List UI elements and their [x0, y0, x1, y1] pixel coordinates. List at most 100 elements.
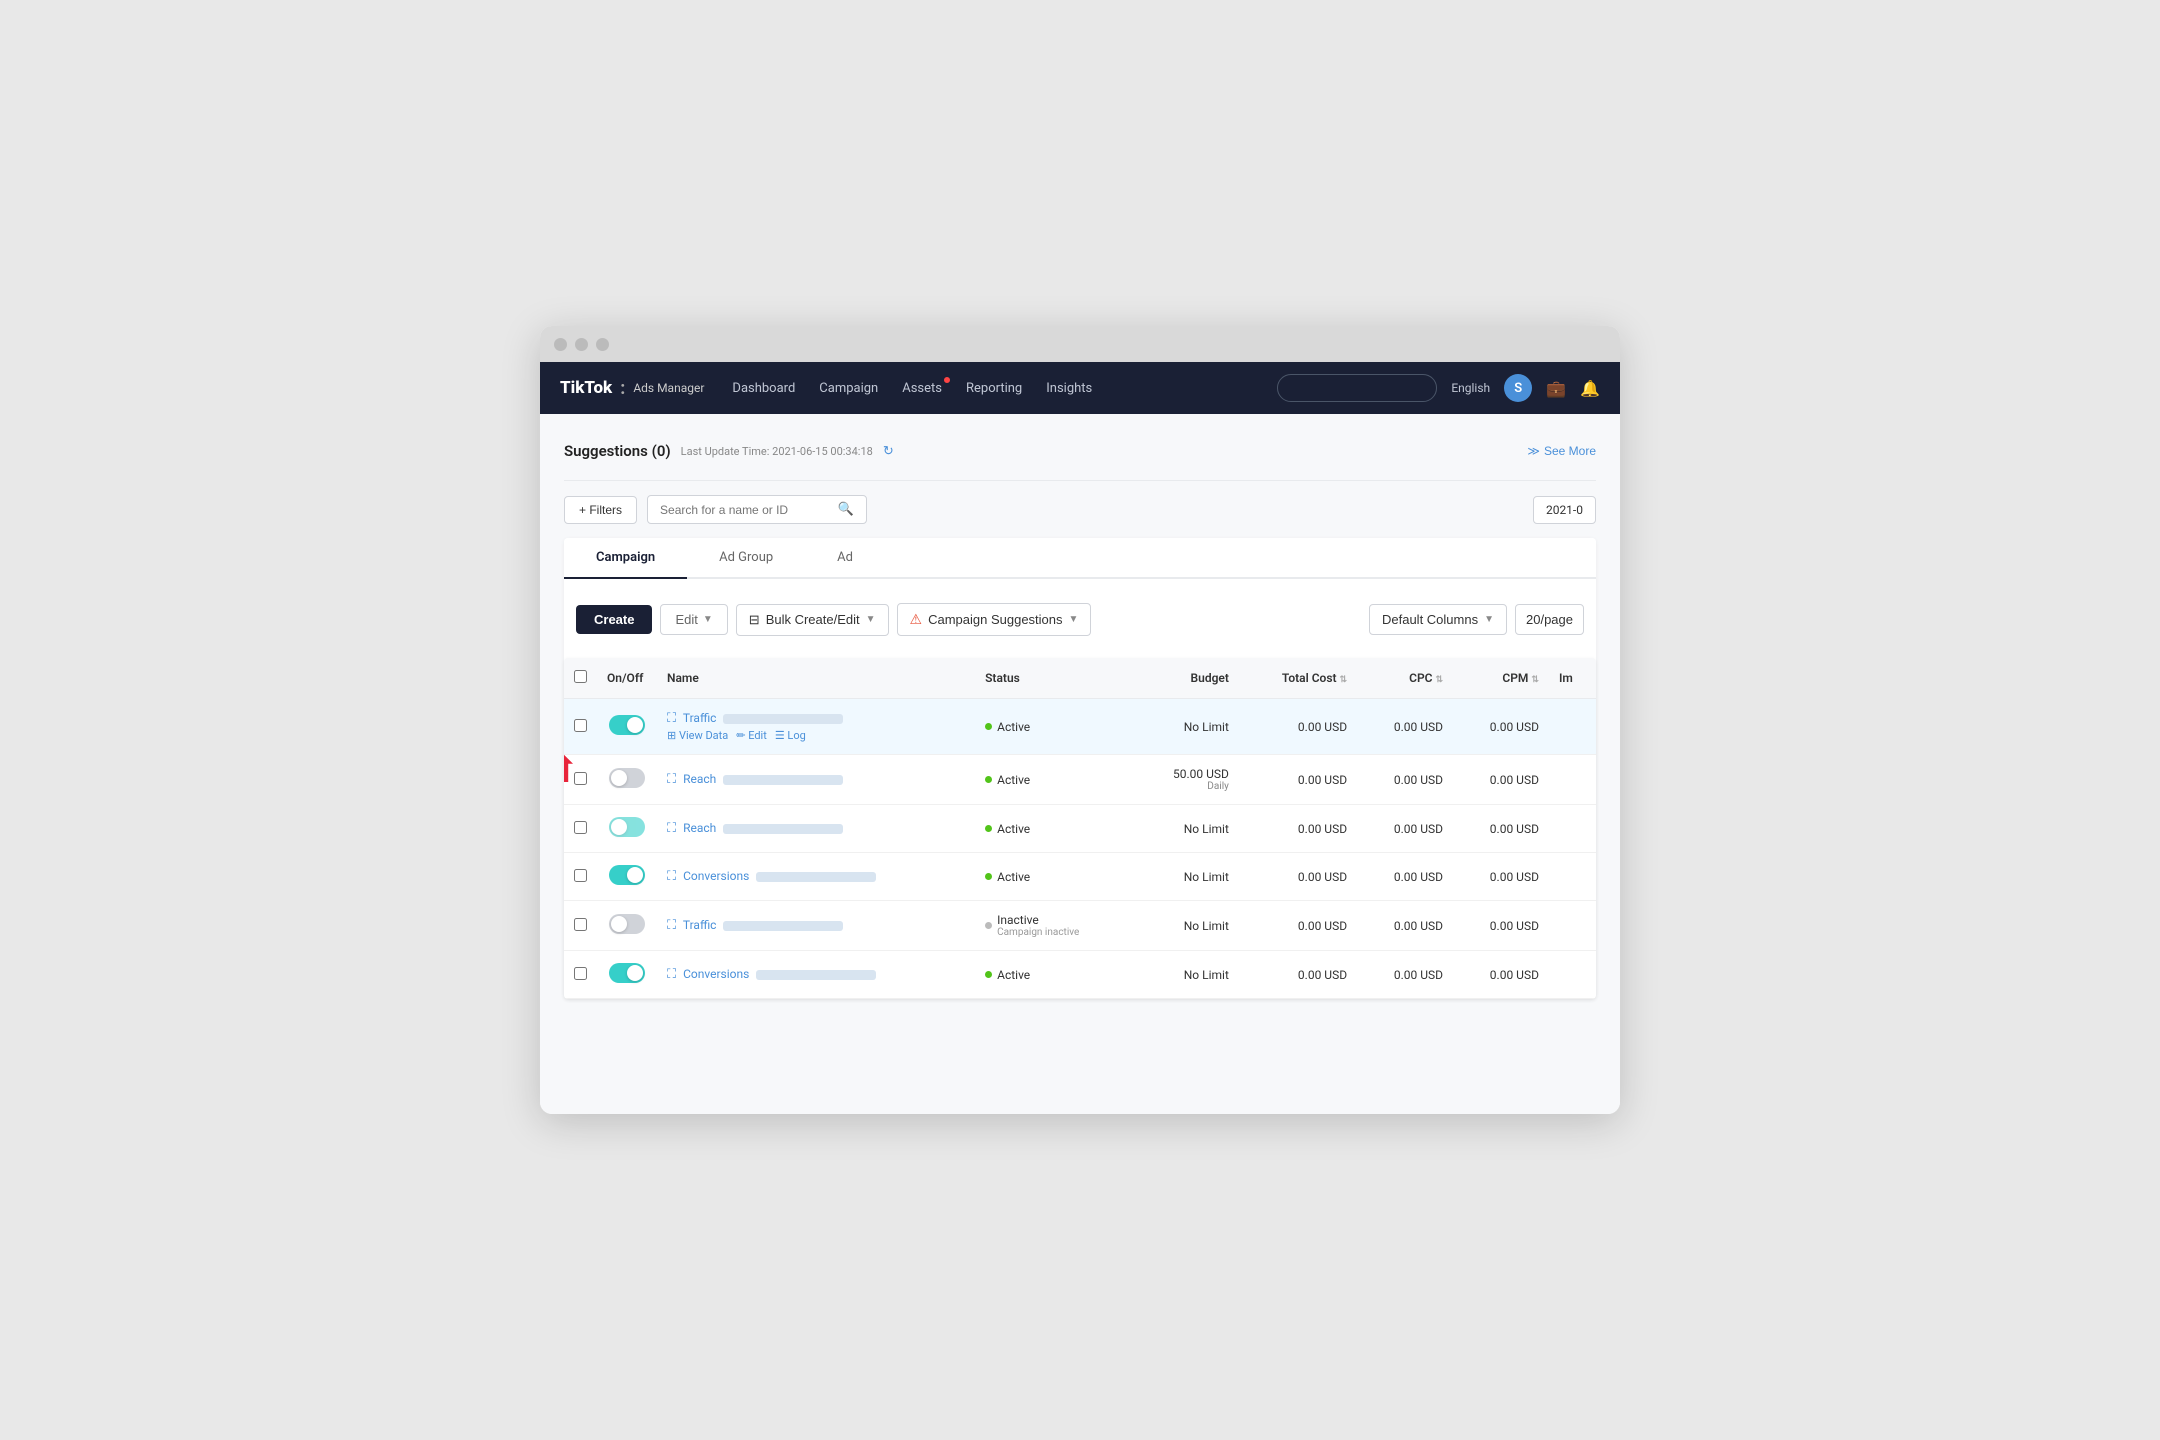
td-cpm: 0.00 USD: [1453, 699, 1549, 755]
td-name: ⛶ Traffic: [657, 901, 975, 951]
campaign-name-link[interactable]: Traffic: [683, 711, 717, 725]
toggle-on[interactable]: [609, 715, 645, 735]
td-budget: No Limit: [1134, 901, 1239, 951]
bulk-create-edit-button[interactable]: ⊟ Bulk Create/Edit ▼: [736, 604, 889, 636]
divider: [564, 480, 1596, 481]
view-data-link[interactable]: ⊞ View Data: [667, 729, 728, 742]
create-button[interactable]: Create: [576, 605, 652, 634]
see-more-chevron: ≫: [1527, 444, 1540, 458]
nav-reporting[interactable]: Reporting: [966, 381, 1022, 396]
nav-campaign[interactable]: Campaign: [819, 381, 878, 396]
refresh-icon[interactable]: ↻: [883, 444, 894, 459]
nav-assets[interactable]: Assets: [902, 381, 942, 396]
td-cpc: 0.00 USD: [1357, 901, 1453, 951]
bell-icon[interactable]: 🔔: [1580, 379, 1600, 398]
row-checkbox[interactable]: [574, 967, 587, 980]
td-checkbox[interactable]: [564, 755, 597, 805]
nav-search-input[interactable]: [1277, 374, 1437, 402]
td-toggle[interactable]: ⬆: [597, 755, 657, 805]
cpc-sort-icon[interactable]: ⇅: [1435, 675, 1443, 685]
td-toggle[interactable]: [597, 699, 657, 755]
campaign-name-link[interactable]: Reach: [683, 821, 716, 835]
filter-button[interactable]: + Filters: [564, 496, 637, 524]
toggle-on[interactable]: [609, 865, 645, 885]
columns-chevron: ▼: [1484, 614, 1494, 625]
td-toggle[interactable]: [597, 805, 657, 853]
suggestions-update: Last Update Time: 2021-06-15 00:34:18: [681, 445, 873, 458]
td-cpm: 0.00 USD: [1453, 805, 1549, 853]
default-columns-button[interactable]: Default Columns ▼: [1369, 604, 1507, 635]
toggle-off[interactable]: [609, 768, 645, 788]
td-toggle[interactable]: [597, 951, 657, 999]
status-dot-active: [985, 723, 992, 730]
nav-dashboard[interactable]: Dashboard: [732, 381, 795, 396]
nav-language[interactable]: English: [1451, 381, 1490, 395]
edit-link[interactable]: ✏ Edit: [736, 729, 767, 742]
campaign-name-blurred: [723, 714, 843, 724]
td-checkbox[interactable]: [564, 805, 597, 853]
campaign-name-link[interactable]: Reach: [683, 772, 716, 786]
toggle-off[interactable]: [609, 914, 645, 934]
campaign-type-icon: ⛶: [667, 772, 676, 787]
main-content: Suggestions (0) Last Update Time: 2021-0…: [540, 414, 1620, 1114]
td-total-cost: 0.00 USD: [1239, 853, 1357, 901]
date-picker[interactable]: 2021-0: [1533, 496, 1596, 524]
td-budget: No Limit: [1134, 805, 1239, 853]
search-input[interactable]: [660, 503, 830, 517]
campaign-type-icon: ⛶: [667, 711, 676, 726]
status-dot-active: [985, 825, 992, 832]
td-total-cost: 0.00 USD: [1239, 901, 1357, 951]
td-cpc: 0.00 USD: [1357, 853, 1453, 901]
campaign-suggestions-button[interactable]: ⚠ Campaign Suggestions ▼: [897, 603, 1092, 636]
campaign-name-link[interactable]: Conversions: [683, 967, 749, 981]
td-checkbox[interactable]: [564, 901, 597, 951]
nav-items: Dashboard Campaign Assets Reporting Insi…: [732, 381, 1277, 396]
campaign-name-link[interactable]: Conversions: [683, 869, 749, 883]
td-budget: 50.00 USD Daily: [1134, 755, 1239, 805]
row-checkbox[interactable]: [574, 869, 587, 882]
th-cpm: CPM ⇅: [1453, 658, 1549, 699]
row-checkbox[interactable]: [574, 772, 587, 785]
campaign-name-blurred: [723, 921, 843, 931]
per-page-button[interactable]: 20/page: [1515, 604, 1584, 635]
close-btn[interactable]: [554, 338, 567, 351]
maximize-btn[interactable]: [596, 338, 609, 351]
td-status: Active: [975, 951, 1133, 999]
row-checkbox[interactable]: [574, 719, 587, 732]
campaign-suggestions-chevron: ▼: [1069, 614, 1079, 625]
td-toggle[interactable]: [597, 853, 657, 901]
row-checkbox[interactable]: [574, 821, 587, 834]
td-budget: No Limit: [1134, 951, 1239, 999]
td-checkbox[interactable]: [564, 853, 597, 901]
td-checkbox[interactable]: [564, 699, 597, 755]
avatar[interactable]: S: [1504, 374, 1532, 402]
tab-ad[interactable]: Ad: [805, 538, 885, 579]
select-all-checkbox[interactable]: [574, 670, 587, 683]
td-toggle[interactable]: [597, 901, 657, 951]
app-window: TikTok : Ads Manager Dashboard Campaign …: [540, 326, 1620, 1114]
search-icon: 🔍: [838, 502, 854, 517]
log-link[interactable]: ☰ Log: [775, 729, 806, 742]
toggle-partial[interactable]: [609, 817, 645, 837]
nav-insights[interactable]: Insights: [1046, 381, 1092, 396]
tabs-row: Campaign Ad Group Ad: [564, 538, 1596, 579]
see-more-button[interactable]: ≫ See More: [1527, 444, 1596, 458]
tab-ad-group[interactable]: Ad Group: [687, 538, 805, 579]
td-im: [1549, 699, 1596, 755]
minimize-btn[interactable]: [575, 338, 588, 351]
tab-campaign[interactable]: Campaign: [564, 538, 687, 579]
td-checkbox[interactable]: [564, 951, 597, 999]
navbar: TikTok : Ads Manager Dashboard Campaign …: [540, 362, 1620, 414]
total-cost-sort-icon[interactable]: ⇅: [1340, 675, 1348, 685]
th-select-all[interactable]: [564, 658, 597, 699]
campaign-name-link[interactable]: Traffic: [683, 918, 717, 932]
cpm-sort-icon[interactable]: ⇅: [1531, 675, 1539, 685]
edit-button[interactable]: Edit ▼: [660, 604, 727, 635]
td-status: Active: [975, 699, 1133, 755]
status-badge: Inactive Campaign inactive: [985, 913, 1123, 938]
toolbar-row: + Filters 🔍 2021-0: [564, 495, 1596, 524]
toggle-on[interactable]: [609, 963, 645, 983]
briefcase-icon[interactable]: 💼: [1546, 379, 1566, 398]
row-checkbox[interactable]: [574, 918, 587, 931]
status-sub-text: Campaign inactive: [997, 927, 1079, 938]
